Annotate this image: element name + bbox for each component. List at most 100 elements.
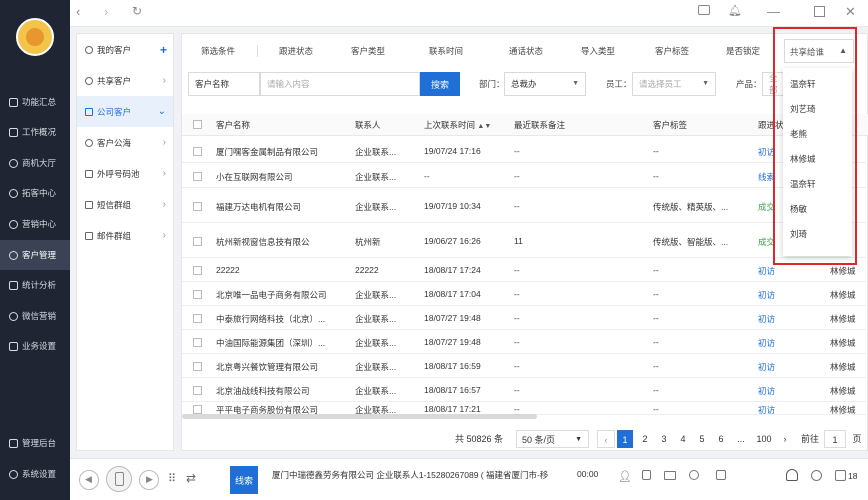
nav-item-prospecting[interactable]: 拓客中心 [0,178,70,208]
sub-item-customer-pool[interactable]: 客户公海 › [77,127,173,158]
next-page-button[interactable]: › [777,430,793,448]
page-4[interactable]: 4 [675,430,691,448]
folder-icon[interactable] [664,471,676,480]
nav-item-work-overview[interactable]: 工作概况 [0,117,70,147]
bell-icon[interactable]: 🔔︎ [728,4,742,17]
minimize-icon[interactable]: — [767,4,780,19]
staff-select[interactable]: 请选择员工 ▼ [632,72,716,96]
chat-icon[interactable] [811,470,822,481]
table-row[interactable]: 厦门嘿客金属制品有限公司 企业联系... 19/07/24 17:16 -- -- 初访 [182,138,868,163]
sub-item-company-customers[interactable]: 公司客户 ⌄ [77,96,173,127]
close-icon[interactable]: ✕ [845,4,856,20]
sort-icon[interactable]: ▲▼ [477,123,491,130]
row-checkbox[interactable] [193,266,202,275]
nav-item-customer-management[interactable]: 客户管理 [0,240,70,270]
table-row[interactable]: 北京粤兴餐饮管理有限公司 企业联系... 18/08/17 16:59 -- -- 初访 林… [182,354,868,378]
avatar[interactable] [16,18,54,56]
horizontal-scrollbar[interactable] [182,414,537,419]
table-row[interactable]: 北京唯一品电子商务有限公司 企业联系... 18/08/17 17:04 -- -- 初访… [182,282,868,306]
table-row[interactable]: 中泰旅行网络科技（北京）... 企业联系... 18/07/27 19:48 -- --… [182,306,868,330]
nav-item-statistics[interactable]: 统计分析 [0,270,70,300]
back-icon[interactable]: ‹ [76,4,80,19]
filter-contact-time[interactable]: 联系时间 [416,39,476,63]
goto-page-input[interactable]: 1 [824,430,846,448]
nav-item-wechat-marketing[interactable]: 微信营销 [0,301,70,331]
transfer-user-icon[interactable]: 👤︎ [618,470,632,483]
sub-item-email-groups[interactable]: 邮件群组 › [77,220,173,251]
switch-icon[interactable]: ⇄ [186,471,196,485]
status-cell[interactable]: 初访 [758,265,788,277]
maximize-icon[interactable] [814,6,825,17]
row-checkbox[interactable] [193,314,202,323]
status-cell[interactable]: 初访 [758,385,788,397]
search-input[interactable]: 请输入内容 [260,72,420,96]
add-icon[interactable]: + [160,43,167,57]
table-row[interactable]: 中油国际能源集团（深圳）... 企业联系... 18/07/27 19:48 -- --… [182,330,868,354]
status-cell[interactable]: 初访 [758,289,788,301]
nav-item-marketing[interactable]: 营销中心 [0,209,70,239]
page-ellipsis[interactable]: ... [733,430,749,448]
status-cell[interactable]: 初访 [758,361,788,373]
refresh-icon[interactable]: ↻ [132,4,142,18]
sub-item-shared-customers[interactable]: 共享客户 › [77,65,173,96]
page-5[interactable]: 5 [694,430,710,448]
nav-item-business-settings[interactable]: 业务设置 [0,331,70,361]
row-checkbox[interactable] [193,172,202,181]
video-icon[interactable] [698,5,710,15]
row-checkbox[interactable] [193,147,202,156]
nav-item-business-hall[interactable]: 商机大厅 [0,148,70,178]
row-checkbox[interactable] [193,362,202,371]
message-icon[interactable] [835,470,846,481]
select-all-checkbox[interactable] [193,120,202,129]
status-cell[interactable]: 初访 [758,313,788,325]
page-size-select[interactable]: 50 条/页 ▼ [516,430,589,448]
globe-icon [85,138,93,147]
row-checkbox[interactable] [193,202,202,211]
row-checkbox[interactable] [193,405,202,414]
forward-icon[interactable]: › [104,4,108,19]
page-3[interactable]: 3 [656,430,672,448]
search-field-select[interactable]: 客户名称 [188,72,260,96]
filter-call-status[interactable]: 通话状态 [496,39,556,63]
sub-item-outbound-pool[interactable]: 外呼号码池 › [77,158,173,189]
clock-icon[interactable] [689,470,699,480]
dept-select[interactable]: 总裁办 ▼ [504,72,586,96]
export-icon[interactable] [716,470,726,480]
col-last-contact[interactable]: 上次联系时间 ▲▼ [424,114,491,136]
sub-item-my-customers[interactable]: 我的客户 + [77,34,173,65]
headset-icon[interactable] [786,469,798,481]
table-row[interactable]: 北京油战线科技有限公司 企业联系... 18/08/17 16:57 -- -- 初访 林修… [182,378,868,402]
filter-locked[interactable]: 是否锁定 [713,39,773,63]
prev-page-button[interactable]: ‹ [597,430,615,448]
filter-customer-type[interactable]: 客户类型 [338,39,398,63]
next-call-icon[interactable]: ▶ [139,470,159,490]
dialpad-icon[interactable]: ⠿ [168,472,176,485]
nav-item-features[interactable]: 功能汇总 [0,87,70,117]
table-row[interactable]: 福建万达电机有限公司 企业联系... 19/07/19 10:34 -- 传统版、精英版… [182,188,868,223]
filter-customer-tag[interactable]: 客户标签 [642,39,702,63]
page-1[interactable]: 1 [617,430,633,448]
table-row[interactable]: 杭州新视窗信息技有限公 杭州新 19/06/27 16:26 11 传统版、智能版、..… [182,223,868,258]
nav-item-admin[interactable]: 管理后台 [0,428,70,458]
row-checkbox[interactable] [193,290,202,299]
page-2[interactable]: 2 [637,430,653,448]
lock-icon[interactable] [642,470,651,480]
row-checkbox[interactable] [193,237,202,246]
status-cell[interactable]: 初访 [758,337,788,349]
search-button[interactable]: 搜索 [420,72,460,96]
filter-conditions[interactable]: 筛选条件 [188,39,248,63]
filter-follow-status[interactable]: 跟进状态 [266,39,326,63]
table-row[interactable]: 22222 22222 18/08/17 17:24 -- -- 初访 林修城 [182,258,868,282]
row-checkbox[interactable] [193,338,202,347]
status-cell[interactable]: 初访 [758,404,788,416]
lead-button[interactable]: 线索 [230,466,258,494]
table-row[interactable]: 小在互联网有限公司 企业联系... -- -- -- 线索 [182,163,868,188]
page-100[interactable]: 100 [753,430,775,448]
page-6[interactable]: 6 [713,430,729,448]
row-checkbox[interactable] [193,386,202,395]
filter-import-type[interactable]: 导入类型 [568,39,628,63]
nav-item-system-settings[interactable]: 系统设置 [0,459,70,489]
sub-item-sms-groups[interactable]: 短信群组 › [77,189,173,220]
prev-call-icon[interactable]: ◀ [79,470,99,490]
phone-device-button[interactable] [106,466,132,492]
